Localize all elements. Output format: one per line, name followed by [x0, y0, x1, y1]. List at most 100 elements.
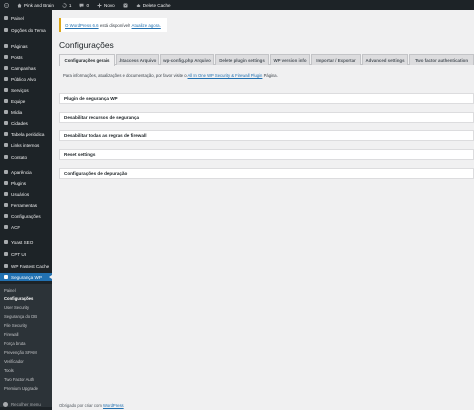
periodic-table-icon	[3, 132, 8, 137]
dashboard-icon	[3, 16, 8, 21]
updates-link[interactable]: 1	[58, 0, 76, 10]
yoast-icon	[3, 240, 8, 245]
sidebar-item-midia[interactable]: Mídia	[0, 108, 52, 116]
submenu-item-painel[interactable]: Painel	[4, 288, 16, 293]
sidebar-item-cidades[interactable]: Cidades	[0, 119, 52, 127]
sidebar-item-contato[interactable]: Contato	[0, 153, 52, 161]
cache-icon	[136, 3, 141, 7]
cache-icon	[3, 264, 8, 269]
comment-icon	[79, 3, 84, 7]
links-icon	[3, 143, 8, 148]
submenu-item-two-factor-auth[interactable]: Two Factor Auth	[4, 377, 34, 382]
cities-icon	[3, 121, 8, 126]
theme-options-icon	[3, 28, 8, 33]
delete-cache-link[interactable]: Delete Cache	[132, 0, 175, 10]
users-icon	[3, 192, 8, 197]
new-content-link[interactable]: Novo	[93, 0, 119, 10]
tab-wp-config[interactable]: wp-config.php Arquivo	[160, 54, 214, 65]
settings-tabs: Configurações gerais .htaccess Arquivo w…	[59, 54, 474, 66]
services-icon	[3, 88, 8, 93]
sidebar-item-publico-alvo[interactable]: Público Alvo	[0, 75, 52, 83]
submenu-item-forca-bruta[interactable]: Força bruta	[4, 341, 25, 346]
submenu-item-verificador[interactable]: Verificador	[4, 359, 24, 364]
contact-icon	[3, 155, 8, 160]
sidebar-item-tabela-periodica[interactable]: Tabela periódica	[0, 130, 52, 138]
settings-icon	[3, 214, 8, 219]
tab-configuracoes-gerais[interactable]: Configurações gerais	[59, 54, 115, 66]
team-icon	[3, 99, 8, 104]
sidebar-item-campanhas[interactable]: Campanhas	[0, 64, 52, 72]
collapse-arrow-icon	[3, 401, 8, 407]
tools-icon	[3, 203, 8, 208]
update-notice: O WordPress 6.6 está disponível! Atualiz…	[59, 18, 167, 32]
collapse-label: Recolher menu	[11, 401, 41, 407]
sidebar-item-plugins[interactable]: Plugins	[0, 179, 52, 187]
sidebar-item-painel[interactable]: Painel	[0, 14, 52, 22]
site-name: Pink and Brain	[24, 2, 54, 8]
panel-desabilitar-recursos[interactable]: Desabilitar recursos de segurança	[59, 112, 474, 123]
home-icon	[17, 3, 22, 7]
sidebar-item-aparencia[interactable]: Aparência	[0, 168, 52, 176]
delete-cache-label: Delete Cache	[142, 2, 171, 8]
submenu-item-configuracoes[interactable]: Configurações	[4, 296, 33, 301]
updates-count: 1	[68, 2, 72, 8]
page-title: Configurações	[59, 40, 114, 50]
audience-icon	[3, 77, 8, 82]
site-name-link[interactable]: Pink and Brain	[13, 0, 58, 10]
sidebar-item-configuracoes[interactable]: Configurações	[0, 212, 52, 220]
panel-reset-settings[interactable]: Reset settings	[59, 149, 474, 160]
sidebar-item-paginas[interactable]: Páginas	[0, 42, 52, 50]
notice-text: está disponível!	[98, 22, 132, 28]
panel-plugin-de-seguranca[interactable]: Plugin de segurança WP	[59, 93, 474, 104]
sidebar-item-ferramentas[interactable]: Ferramentas	[0, 201, 52, 209]
appearance-icon	[3, 170, 8, 175]
yoast-adminbar-icon[interactable]	[119, 0, 132, 10]
admin-bar: W Pink and Brain 1 0 Novo Delete Cache	[0, 0, 474, 10]
shield-icon	[3, 275, 8, 280]
submenu-item-prevencao-spam[interactable]: Prevenção SPAM	[4, 350, 37, 355]
sidebar-item-wp-fastest-cache[interactable]: WP Fastest Cache	[0, 262, 52, 270]
submenu-item-file-security[interactable]: File Security	[4, 323, 27, 328]
tab-two-factor-authentication[interactable]: Two factor authentication	[409, 54, 474, 65]
wordpress-footer-link[interactable]: WordPress	[103, 403, 124, 408]
posts-icon	[3, 55, 8, 60]
sidebar-item-usuarios[interactable]: Usuários	[0, 190, 52, 198]
submenu-item-user-security[interactable]: User Security	[4, 305, 29, 310]
sidebar-item-equipe[interactable]: Equipe	[0, 97, 52, 105]
sidebar-item-posts[interactable]: Posts	[0, 53, 52, 61]
new-label: Novo	[104, 2, 115, 8]
plus-icon	[97, 3, 102, 7]
sidebar-item-links-internos[interactable]: Links internos	[0, 141, 52, 149]
collapse-menu-button[interactable]: Recolher menu	[0, 400, 52, 408]
sidebar-item-cpt-ui[interactable]: CPT UI	[0, 250, 52, 258]
tab-delete-plugin-settings[interactable]: Delete plugin settings	[215, 54, 269, 65]
tab-htaccess[interactable]: .htaccess Arquivo	[116, 54, 159, 65]
sidebar-item-servicos[interactable]: Serviços	[0, 86, 52, 94]
wordpress-logo-icon[interactable]: W	[0, 0, 13, 10]
submenu-item-firewall[interactable]: Firewall	[4, 332, 18, 337]
tab-wp-version-info[interactable]: WP version info	[270, 54, 310, 65]
media-icon	[3, 110, 8, 115]
submenu-item-seguranca-do-db[interactable]: Segurança do DB	[4, 314, 37, 319]
admin-footer: Obrigado por criar com WordPress	[59, 403, 124, 408]
sidebar-item-acf[interactable]: ACF	[0, 223, 52, 231]
updates-icon	[62, 2, 67, 8]
plugins-icon	[3, 181, 8, 186]
comments-count: 0	[86, 2, 90, 8]
submenu-item-premium-upgrade[interactable]: Premium Upgrade	[4, 386, 38, 391]
tab-importar-exportar[interactable]: Importar / Exportar	[311, 54, 361, 65]
comments-link[interactable]: 0	[75, 0, 93, 10]
wordpress-version-link[interactable]: O WordPress 6.6	[65, 23, 99, 28]
sidebar-item-seguranca-wp[interactable]: Segurança WP	[0, 273, 52, 281]
pages-icon	[3, 44, 8, 49]
submenu-item-tools[interactable]: Tools	[4, 368, 14, 373]
sidebar-item-opcoes-do-tema[interactable]: Opções do Tema	[0, 26, 52, 34]
plugin-page-link[interactable]: All In One WP Security & Firewall Plugin	[188, 73, 263, 78]
panel-configuracoes-depuracao[interactable]: Configurações de depuração	[59, 168, 474, 179]
update-now-link[interactable]: Atualize agora.	[132, 23, 161, 28]
panel-desabilitar-firewall[interactable]: Desabilitar todas as regras de firewall	[59, 130, 474, 141]
tab-advanced-settings[interactable]: Advanced settings	[362, 54, 408, 65]
campaigns-icon	[3, 66, 8, 71]
sidebar-item-yoast-seo[interactable]: Yoast SEO	[0, 238, 52, 246]
intro-text: Para informações, atualizações e documen…	[63, 73, 278, 78]
